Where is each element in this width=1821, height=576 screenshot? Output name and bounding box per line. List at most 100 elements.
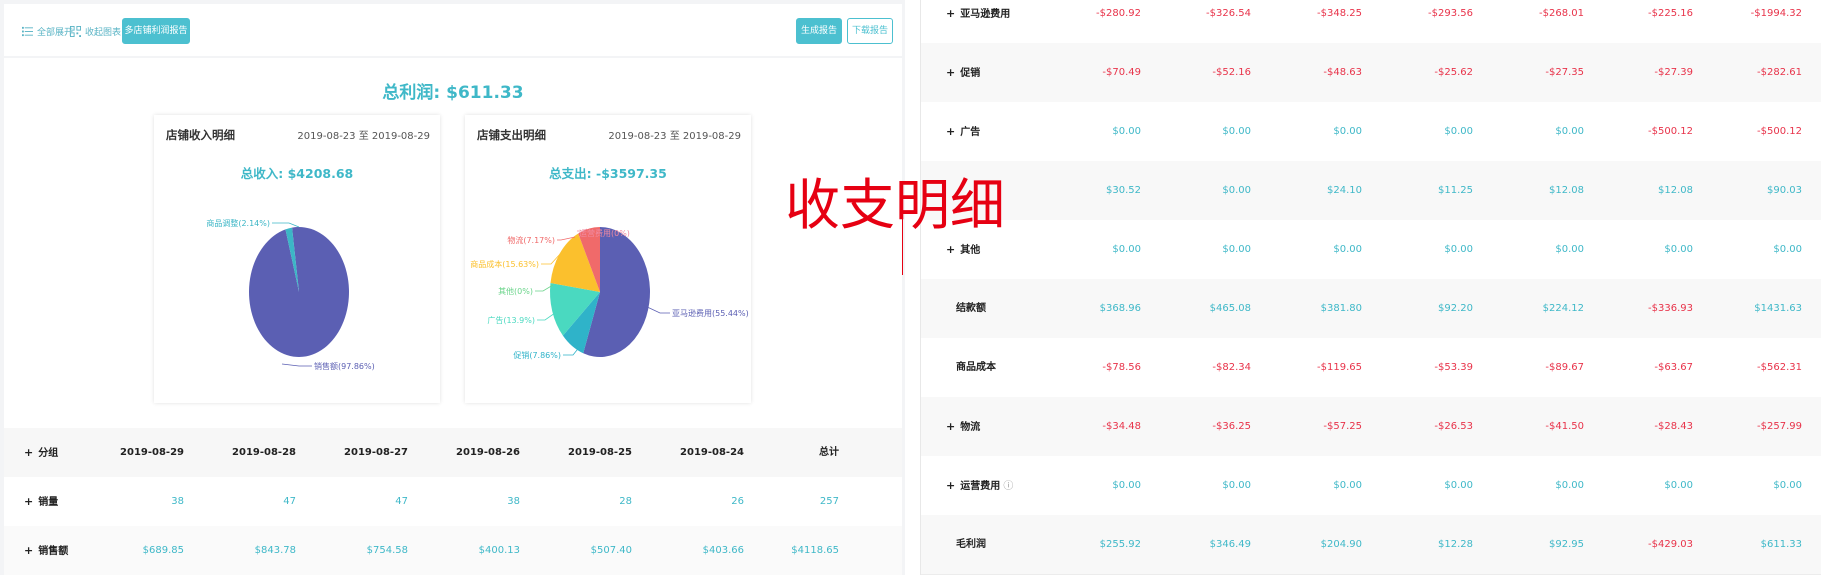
table-cell: $0.00 (1112, 480, 1141, 491)
pie-label: 运营费用(0%) (579, 228, 630, 238)
table-row: + 广告 $0.00 $0.00 $0.00 $0.00 $0.00 -$500.12 -$50… (921, 102, 1821, 162)
table-cell: $403.66 (702, 545, 744, 556)
table-cell: 257 (819, 496, 839, 507)
pie-label-line (281, 363, 312, 367)
pie-label-line (272, 222, 300, 228)
table-cell: -$28.43 (1654, 421, 1693, 432)
expand-all-label: 全部展开 (37, 28, 74, 38)
group-header[interactable]: + 分组 (24, 428, 58, 477)
table-cell: $843.78 (254, 545, 296, 556)
table-cell: $90.03 (1767, 185, 1802, 196)
pie-label: 促销(7.86%) (513, 350, 561, 360)
table-row: + 销量 38 47 47 38 28 26 257 (4, 477, 902, 526)
table-cell: 28 (619, 496, 632, 507)
table-cell: $30.52 (1106, 185, 1141, 196)
pie-label: 物流(7.17%) (507, 235, 555, 245)
table-cell: $689.85 (142, 545, 184, 556)
row-label[interactable]: + 物流 (946, 397, 980, 456)
table-cell: $400.13 (478, 545, 520, 556)
column-header: 总计 (819, 447, 839, 458)
table-cell: -$500.12 (1648, 126, 1693, 137)
list-icon (22, 26, 33, 37)
table-cell: -$1994.32 (1750, 8, 1802, 19)
table-cell: $224.12 (1542, 303, 1584, 314)
table-cell: $255.92 (1099, 539, 1141, 550)
generate-report-button[interactable]: 生成报告 (796, 18, 842, 44)
expense-card: 店铺支出明细 2019-08-23 至 2019-08-29 总支出: -$35… (465, 115, 751, 403)
row-label[interactable]: + 运营费用 ⓘ (946, 456, 1013, 515)
table-cell: -$26.53 (1434, 421, 1473, 432)
table-cell: -$82.34 (1212, 362, 1251, 373)
table-cell: -$70.49 (1102, 67, 1141, 78)
table-cell: $0.00 (1222, 480, 1251, 491)
table-cell: -$326.54 (1206, 8, 1251, 19)
column-header: 2019-08-26 (456, 447, 520, 458)
table-row: + 其他 $0.00 $0.00 $0.00 $0.00 $0.00 $0.00 $0.00 (921, 220, 1821, 280)
expand-all-link[interactable]: 全部展开 (22, 25, 73, 38)
column-header: 2019-08-27 (344, 447, 408, 458)
table-cell: $346.49 (1209, 539, 1251, 550)
download-report-button[interactable]: 下载报告 (847, 18, 893, 44)
pie-label: 广告(13.9%) (487, 315, 535, 325)
plus-icon: + (946, 125, 956, 138)
table-cell: -$280.92 (1096, 8, 1141, 19)
table-cell: $1431.63 (1754, 303, 1802, 314)
income-card: 店铺收入明细 2019-08-23 至 2019-08-29 总收入: $420… (154, 115, 440, 403)
plus-icon: + (946, 479, 956, 492)
table-cell: $0.00 (1555, 126, 1584, 137)
table-cell: $611.33 (1760, 539, 1802, 550)
pie-label: 其他(0%) (498, 286, 533, 296)
table-row: + 物流 -$34.48 -$36.25 -$57.25 -$26.53 -$41.50 -$… (921, 397, 1821, 457)
table-cell: 38 (507, 496, 520, 507)
table-cell: -$53.39 (1434, 362, 1473, 373)
table-cell: $204.90 (1320, 539, 1362, 550)
table-cell: -$52.16 (1212, 67, 1251, 78)
table-cell: $0.00 (1444, 126, 1473, 137)
table-cell: -$257.99 (1757, 421, 1802, 432)
table-cell: -$27.35 (1545, 67, 1584, 78)
plus-icon: + (24, 544, 34, 557)
table-row: + 运营费用 ⓘ $0.00 $0.00 $0.00 $0.00 $0.00 $0.00 $0.… (921, 456, 1821, 516)
table-cell: $465.08 (1209, 303, 1251, 314)
table-cell: $0.00 (1333, 126, 1362, 137)
table-cell: $0.00 (1773, 480, 1802, 491)
table-header-row: + 分组 2019-08-29 2019-08-28 2019-08-27 201… (4, 428, 902, 477)
column-header: 2019-08-25 (568, 447, 632, 458)
table-cell: $0.00 (1555, 480, 1584, 491)
pie-label: 商品成本(15.63%) (470, 259, 539, 269)
row-label[interactable]: + 销售额 (24, 526, 68, 575)
pie-label: 销售额(97.86%) (314, 361, 375, 371)
table-cell: -$225.16 (1648, 8, 1693, 19)
table-cell: -$562.31 (1757, 362, 1802, 373)
summary-area: 总利润: $611.33 店铺收入明细 2019-08-23 至 2019-08… (4, 58, 902, 428)
table-cell: $0.00 (1333, 244, 1362, 255)
table-cell: -$429.03 (1648, 539, 1693, 550)
table-cell: -$268.01 (1539, 8, 1584, 19)
row-label[interactable]: + 销量 (24, 477, 58, 526)
table-cell: $11.25 (1438, 185, 1473, 196)
table-cell: -$293.56 (1428, 8, 1473, 19)
table-cell: $0.00 (1222, 244, 1251, 255)
table-cell: $0.00 (1333, 480, 1362, 491)
plus-icon: + (24, 446, 34, 459)
row-label: 结款额 (956, 303, 986, 314)
multi-store-report-button[interactable]: 多店铺利润报告 (122, 18, 190, 44)
plus-icon: + (946, 66, 956, 79)
table-cell: -$119.65 (1317, 362, 1362, 373)
row-label[interactable]: + 广告 (946, 102, 980, 161)
overlay-title: 收支明细 (785, 173, 1006, 237)
table-cell: $0.00 (1773, 244, 1802, 255)
table-row: 商品成本 -$78.56 -$82.34 -$119.65 -$53.39 -$89.67… (921, 338, 1821, 398)
collapse-chart-link[interactable]: 收起图表 (70, 25, 121, 38)
table-cell: $0.00 (1664, 244, 1693, 255)
table-cell: $0.00 (1444, 480, 1473, 491)
table-cell: $0.00 (1664, 480, 1693, 491)
summary-table: + 分组 2019-08-29 2019-08-28 2019-08-27 201… (4, 428, 902, 575)
left-panel: 全部展开 收起图表 多店铺利润报告 生成报告 下载报告 总利润: $611.33… (0, 0, 905, 575)
table-cell: -$282.61 (1757, 67, 1802, 78)
row-label[interactable]: + 亚马逊费用 (946, 0, 1010, 43)
table-cell: -$78.56 (1102, 362, 1141, 373)
help-icon[interactable]: ⓘ (1000, 481, 1013, 492)
row-label[interactable]: + 促销 (946, 43, 980, 102)
pie-label: 商品调整(2.14%) (206, 218, 270, 228)
